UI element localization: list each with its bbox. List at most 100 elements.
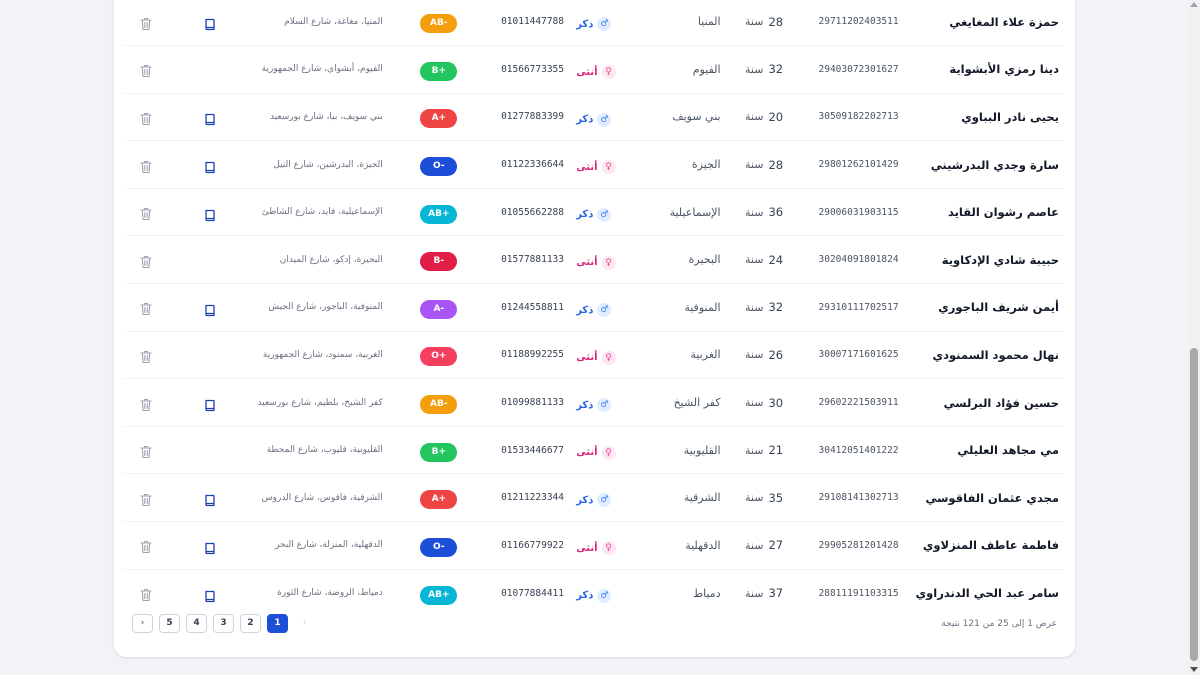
blood-type-cell: AB- — [388, 0, 489, 47]
age-unit: سنة — [745, 15, 764, 29]
table-row: الغربية، سمنود، شارع الجمهورية O+ 01188992… — [124, 331, 1065, 380]
phone-cell: 01099881133 — [488, 378, 577, 427]
record-cell — [167, 0, 253, 47]
blood-type-badge: B+ — [420, 442, 458, 462]
scrollbar-thumb[interactable] — [1190, 348, 1198, 661]
patients-table-body: المنيا، مغاغة، شارع السلام AB- 01011447788… — [124, 0, 1065, 617]
trash-icon[interactable] — [139, 111, 152, 126]
gender-cell: ذكر ♂ — [576, 569, 643, 617]
book-icon[interactable] — [204, 207, 216, 221]
blood-type-badge: AB- — [420, 14, 458, 34]
blood-type-badge: O- — [420, 157, 458, 177]
book-icon[interactable] — [204, 16, 216, 31]
page-scrollbar[interactable] — [1188, 0, 1200, 675]
phone-cell: 01533446677 — [488, 426, 577, 475]
gender-label: ذكر ♂ — [576, 398, 612, 413]
trash-icon[interactable] — [139, 159, 152, 173]
trash-icon[interactable] — [139, 349, 152, 364]
delete-cell — [124, 0, 168, 47]
gender-label: ذكر ♂ — [576, 112, 612, 127]
blood-type-badge: AB+ — [420, 204, 458, 224]
trash-icon[interactable] — [139, 16, 152, 30]
trash-icon[interactable] — [139, 587, 152, 602]
patient-name-cell: مجدي عثمان الفاقوسي — [915, 473, 1065, 523]
age-unit: سنة — [745, 443, 764, 457]
gender-text: ذكر — [576, 590, 594, 602]
gender-label: أنثى ♀ — [576, 350, 616, 365]
female-symbol-icon: ♀ — [601, 350, 616, 365]
age-cell: سنة 35 — [726, 473, 802, 523]
patient-name-cell: عاصم رشوان القايد — [915, 188, 1065, 237]
trash-icon[interactable] — [139, 63, 152, 78]
age-cell: سنة 32 — [726, 283, 802, 332]
patient-name-cell: دينا رمزي الأبشواية — [915, 45, 1065, 94]
record-cell — [167, 473, 253, 523]
male-symbol-icon: ♂ — [597, 303, 612, 318]
pagination-page-3[interactable]: 3 — [213, 614, 234, 633]
trash-icon[interactable] — [139, 492, 152, 506]
scroll-up-arrow-icon[interactable] — [1190, 2, 1198, 7]
male-symbol-icon: ♂ — [597, 17, 612, 32]
book-icon[interactable] — [204, 540, 216, 554]
gender-text: ذكر — [576, 399, 594, 411]
trash-icon[interactable] — [139, 539, 152, 554]
blood-type-cell: O- — [388, 521, 489, 570]
delete-cell — [124, 45, 168, 94]
blood-type-badge: AB- — [420, 395, 458, 415]
table-row: المنيا، مغاغة، شارع السلام AB- 01011447788… — [124, 0, 1065, 47]
age-cell: سنة 28 — [726, 140, 802, 189]
age-cell: سنة 26 — [726, 331, 802, 380]
blood-type-badge: B- — [420, 252, 458, 272]
blood-type-cell: AB+ — [388, 188, 489, 237]
table-row: بني سويف، ببا، شارع بورسعيد A+ 01277883399… — [124, 93, 1065, 142]
address-cell: البحيرة، إدكو، شارع الميدان — [252, 235, 389, 285]
record-cell — [167, 426, 253, 475]
table-row: كفر الشيخ، بلطيم، شارع بورسعيد AB- 0109988… — [124, 378, 1065, 427]
national-id-cell: 29006031903115 — [801, 188, 916, 237]
pagination-next-button[interactable]: › — [132, 614, 153, 633]
age-value: 36 — [768, 205, 784, 220]
pagination-page-1[interactable]: 1 — [267, 614, 288, 633]
phone-cell: 01277883399 — [488, 93, 577, 142]
trash-icon[interactable] — [139, 254, 152, 268]
age-value: 30 — [768, 395, 784, 410]
gender-cell: أنثى ♀ — [576, 521, 644, 570]
book-icon[interactable] — [204, 397, 216, 412]
age-value: 24 — [768, 252, 784, 267]
pagination-page-2[interactable]: 2 — [240, 614, 261, 633]
trash-icon[interactable] — [139, 444, 152, 459]
female-symbol-icon: ♀ — [601, 445, 616, 460]
governorate-cell: الشرقية — [643, 473, 727, 523]
male-symbol-icon: ♂ — [597, 112, 612, 127]
patient-name-cell: حمزة علاء المغايغي — [915, 0, 1065, 47]
book-icon[interactable] — [204, 302, 216, 317]
pagination-page-4[interactable]: 4 — [186, 614, 207, 633]
pagination-page-5[interactable]: 5 — [159, 614, 180, 633]
delete-cell — [124, 283, 168, 332]
female-symbol-icon: ♀ — [601, 160, 616, 175]
book-icon[interactable] — [204, 159, 216, 174]
trash-icon[interactable] — [139, 206, 152, 221]
national-id-cell: 30204091801824 — [801, 235, 916, 285]
governorate-cell: المنوفية — [643, 283, 727, 332]
age-unit: سنة — [745, 538, 764, 552]
book-icon[interactable] — [204, 588, 216, 602]
gender-label: ذكر ♂ — [576, 303, 612, 318]
book-icon[interactable] — [204, 111, 216, 126]
governorate-cell: الجيزة — [643, 140, 727, 189]
gender-text: ذكر — [576, 494, 594, 506]
gender-label: ذكر ♂ — [576, 207, 612, 222]
trash-icon[interactable] — [139, 397, 152, 411]
gender-cell: ذكر ♂ — [576, 0, 644, 47]
book-icon[interactable] — [204, 492, 216, 507]
female-symbol-icon: ♀ — [601, 255, 616, 270]
gender-text: ذكر — [576, 304, 594, 316]
scroll-down-arrow-icon[interactable] — [1190, 667, 1198, 672]
age-cell: سنة 20 — [726, 93, 802, 142]
address-cell: الإسماعيلية، فايد، شارع الشاطئ — [252, 188, 389, 237]
table-row: القليوبية، قليوب، شارع المحطة B+ 015334466… — [124, 426, 1065, 475]
trash-icon[interactable] — [139, 301, 152, 316]
pagination-prev-button[interactable]: ‹ — [294, 614, 315, 633]
delete-cell — [124, 569, 167, 617]
gender-text: ذكر — [576, 18, 594, 30]
